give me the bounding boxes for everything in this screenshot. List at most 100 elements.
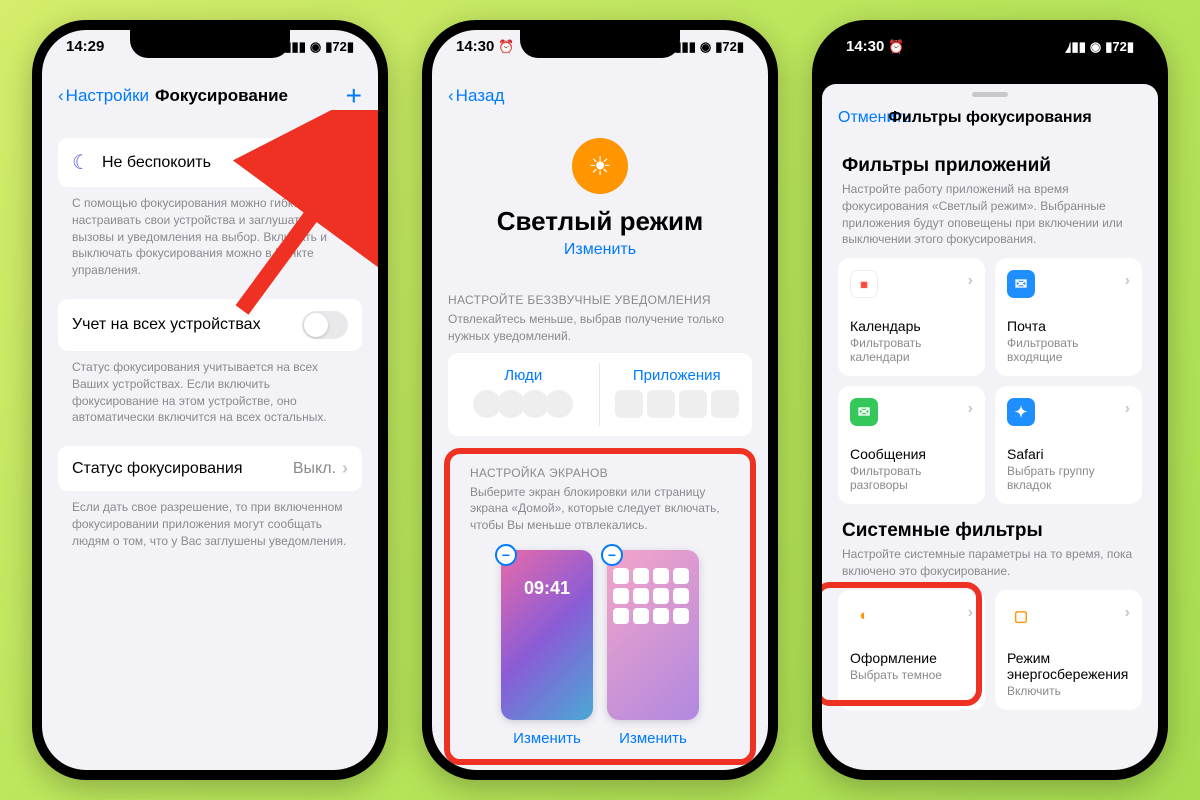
focus-status-footer: Если дать свое разрешение, то при включе… (58, 491, 362, 549)
back-label: Назад (456, 86, 505, 106)
modal-nav: Отменить Фильтры фокусирования (822, 97, 1158, 139)
apps-label: Приложения (602, 367, 753, 384)
notifications-header: НАСТРОЙТЕ БЕЗЗВУЧНЫЕ УВЕДОМЛЕНИЯ (432, 269, 768, 311)
tile-sub: Фильтровать входящие (1007, 336, 1130, 364)
system-filters-sub: Настройте системные параметры на то врем… (822, 546, 1158, 590)
sun-icon: ☀ (572, 138, 628, 194)
phone-focus-detail: 14:30⏰ ▮▮▮▮ ◉ ▮72▮ ‹ Назад ☀ Светлый реж… (422, 20, 778, 780)
tile-sub: Выбрать темное (850, 668, 973, 682)
notch (910, 30, 1070, 58)
wifi-icon: ◉ (1090, 39, 1101, 55)
focus-status-value: Выкл. (293, 460, 336, 478)
tile-messages[interactable]: ✉ › Сообщения Фильтровать разговоры (838, 386, 985, 504)
screens-header: НАСТРОЙКА ЭКРАНОВ (454, 458, 746, 484)
nav-bar: ‹ Настройки Фокусирование + (42, 74, 378, 118)
alarm-icon: ⏰ (888, 39, 904, 55)
notch (130, 30, 290, 58)
app-filters-sub: Настройте работу приложений на время фок… (822, 181, 1158, 258)
change-home-button[interactable]: Изменить (607, 730, 699, 747)
tile-calendar[interactable]: ▦ › Календарь Фильтровать календари (838, 258, 985, 376)
battery-icon: ▮72▮ (325, 39, 354, 55)
dnd-footer: С помощью фокусирования можно гибко наст… (58, 187, 362, 279)
people-label: Люди (448, 367, 599, 384)
wifi-icon: ◉ (310, 39, 321, 55)
change-lock-button[interactable]: Изменить (501, 730, 593, 747)
people-button[interactable]: Люди (448, 363, 600, 426)
battery-icon: ▮72▮ (1105, 39, 1134, 55)
chevron-right-icon: › (968, 272, 973, 290)
calendar-icon: ▦ (850, 270, 878, 298)
dnd-label: Не беспокоить (102, 154, 211, 172)
share-label: Учет на всех устройствах (72, 316, 261, 334)
focus-name: Светлый режим (432, 206, 768, 237)
tile-label: Режим энергосбережения (1007, 650, 1130, 682)
status-time: 14:30 (846, 38, 884, 55)
share-footer: Статус фокусирования учитывается на всех… (58, 351, 362, 426)
tile-appearance[interactable]: ◐ › Оформление Выбрать темное (838, 590, 985, 710)
nav-bar: ‹ Назад (432, 74, 768, 118)
nav-title: Фокусирование (155, 86, 288, 106)
share-toggle[interactable] (302, 311, 348, 339)
back-button[interactable]: ‹ Назад (448, 86, 504, 106)
mail-icon: ✉ (1007, 270, 1035, 298)
notch (520, 30, 680, 58)
tile-label: Сообщения (850, 446, 973, 462)
tile-safari[interactable]: ✦ › Safari Выбрать группу вкладок (995, 386, 1142, 504)
cancel-button[interactable]: Отменить (838, 109, 911, 127)
apps-button[interactable]: Приложения (602, 363, 753, 426)
screens-sub: Выберите экран блокировки или страницу э… (454, 484, 746, 542)
tile-sub: Фильтровать разговоры (850, 464, 973, 492)
remove-badge-icon[interactable]: − (601, 544, 623, 566)
battery-low-icon: ▢ (1007, 602, 1035, 630)
alarm-icon: ⏰ (498, 39, 514, 55)
tile-sub: Включить (1007, 684, 1130, 698)
annotation-highlight-box: НАСТРОЙКА ЭКРАНОВ Выберите экран блокиро… (444, 448, 756, 765)
messages-icon: ✉ (850, 398, 878, 426)
allow-grid: Люди Приложения (448, 353, 752, 436)
remove-badge-icon[interactable]: − (495, 544, 517, 566)
app-filters-title: Фильтры приложений (822, 139, 1158, 181)
appearance-icon: ◐ (850, 602, 878, 630)
chevron-right-icon: › (968, 400, 973, 418)
back-button[interactable]: ‹ Настройки Фокусирование (58, 86, 288, 106)
safari-icon: ✦ (1007, 398, 1035, 426)
focus-status-label: Статус фокусирования (72, 460, 242, 478)
status-time: 14:30 (456, 38, 494, 55)
notifications-sub: Отвлекайтесь меньше, выбрав получение то… (432, 311, 768, 353)
tile-label: Почта (1007, 318, 1130, 334)
tile-label: Календарь (850, 318, 973, 334)
chevron-right-icon: › (968, 604, 973, 622)
chevron-right-icon: › (1125, 400, 1130, 418)
chevron-right-icon: › (1125, 604, 1130, 622)
change-name-button[interactable]: Изменить (432, 241, 768, 259)
chevron-right-icon: › (342, 152, 348, 173)
dnd-row[interactable]: ☾ Не беспокоить › (58, 138, 362, 187)
phone-focus-filters: 14:30⏰ ▮▮▮▮ ◉ ▮72▮ Отменить Фильтры фоку… (812, 20, 1168, 780)
focus-status-row[interactable]: Статус фокусирования Выкл. › (58, 446, 362, 491)
app-filters-grid: ▦ › Календарь Фильтровать календари ✉ › … (822, 258, 1158, 504)
tile-low-power[interactable]: ▢ › Режим энергосбережения Включить (995, 590, 1142, 710)
lock-screen-preview[interactable]: − 09:41 Изменить (501, 550, 593, 747)
status-time: 14:29 (66, 38, 104, 55)
tile-mail[interactable]: ✉ › Почта Фильтровать входящие (995, 258, 1142, 376)
chevron-left-icon: ‹ (58, 86, 64, 106)
home-screen-preview[interactable]: − Изменить (607, 550, 699, 747)
tile-label: Оформление (850, 650, 973, 666)
automation-header: АВТОВКЛЮЧЕНИЕ (432, 765, 768, 770)
phone-focus-list: 14:29 ▮▮▮▮ ◉ ▮72▮ ‹ Настройки Фокусирова… (32, 20, 388, 780)
chevron-right-icon: › (1125, 272, 1130, 290)
battery-icon: ▮72▮ (715, 39, 744, 55)
moon-icon: ☾ (72, 150, 90, 175)
back-label: Настройки (66, 86, 149, 106)
tile-sub: Выбрать группу вкладок (1007, 464, 1130, 492)
chevron-right-icon: › (342, 458, 348, 479)
share-across-devices-row[interactable]: Учет на всех устройствах (58, 299, 362, 351)
wifi-icon: ◉ (700, 39, 711, 55)
system-filters-grid: ◐ › Оформление Выбрать темное ▢ › Режим … (822, 590, 1158, 710)
focus-hero: ☀ Светлый режим Изменить (432, 118, 768, 269)
tile-label: Safari (1007, 446, 1130, 462)
add-focus-button[interactable]: + (346, 86, 362, 106)
tile-sub: Фильтровать календари (850, 336, 973, 364)
chevron-left-icon: ‹ (448, 86, 454, 106)
system-filters-title: Системные фильтры (822, 504, 1158, 546)
